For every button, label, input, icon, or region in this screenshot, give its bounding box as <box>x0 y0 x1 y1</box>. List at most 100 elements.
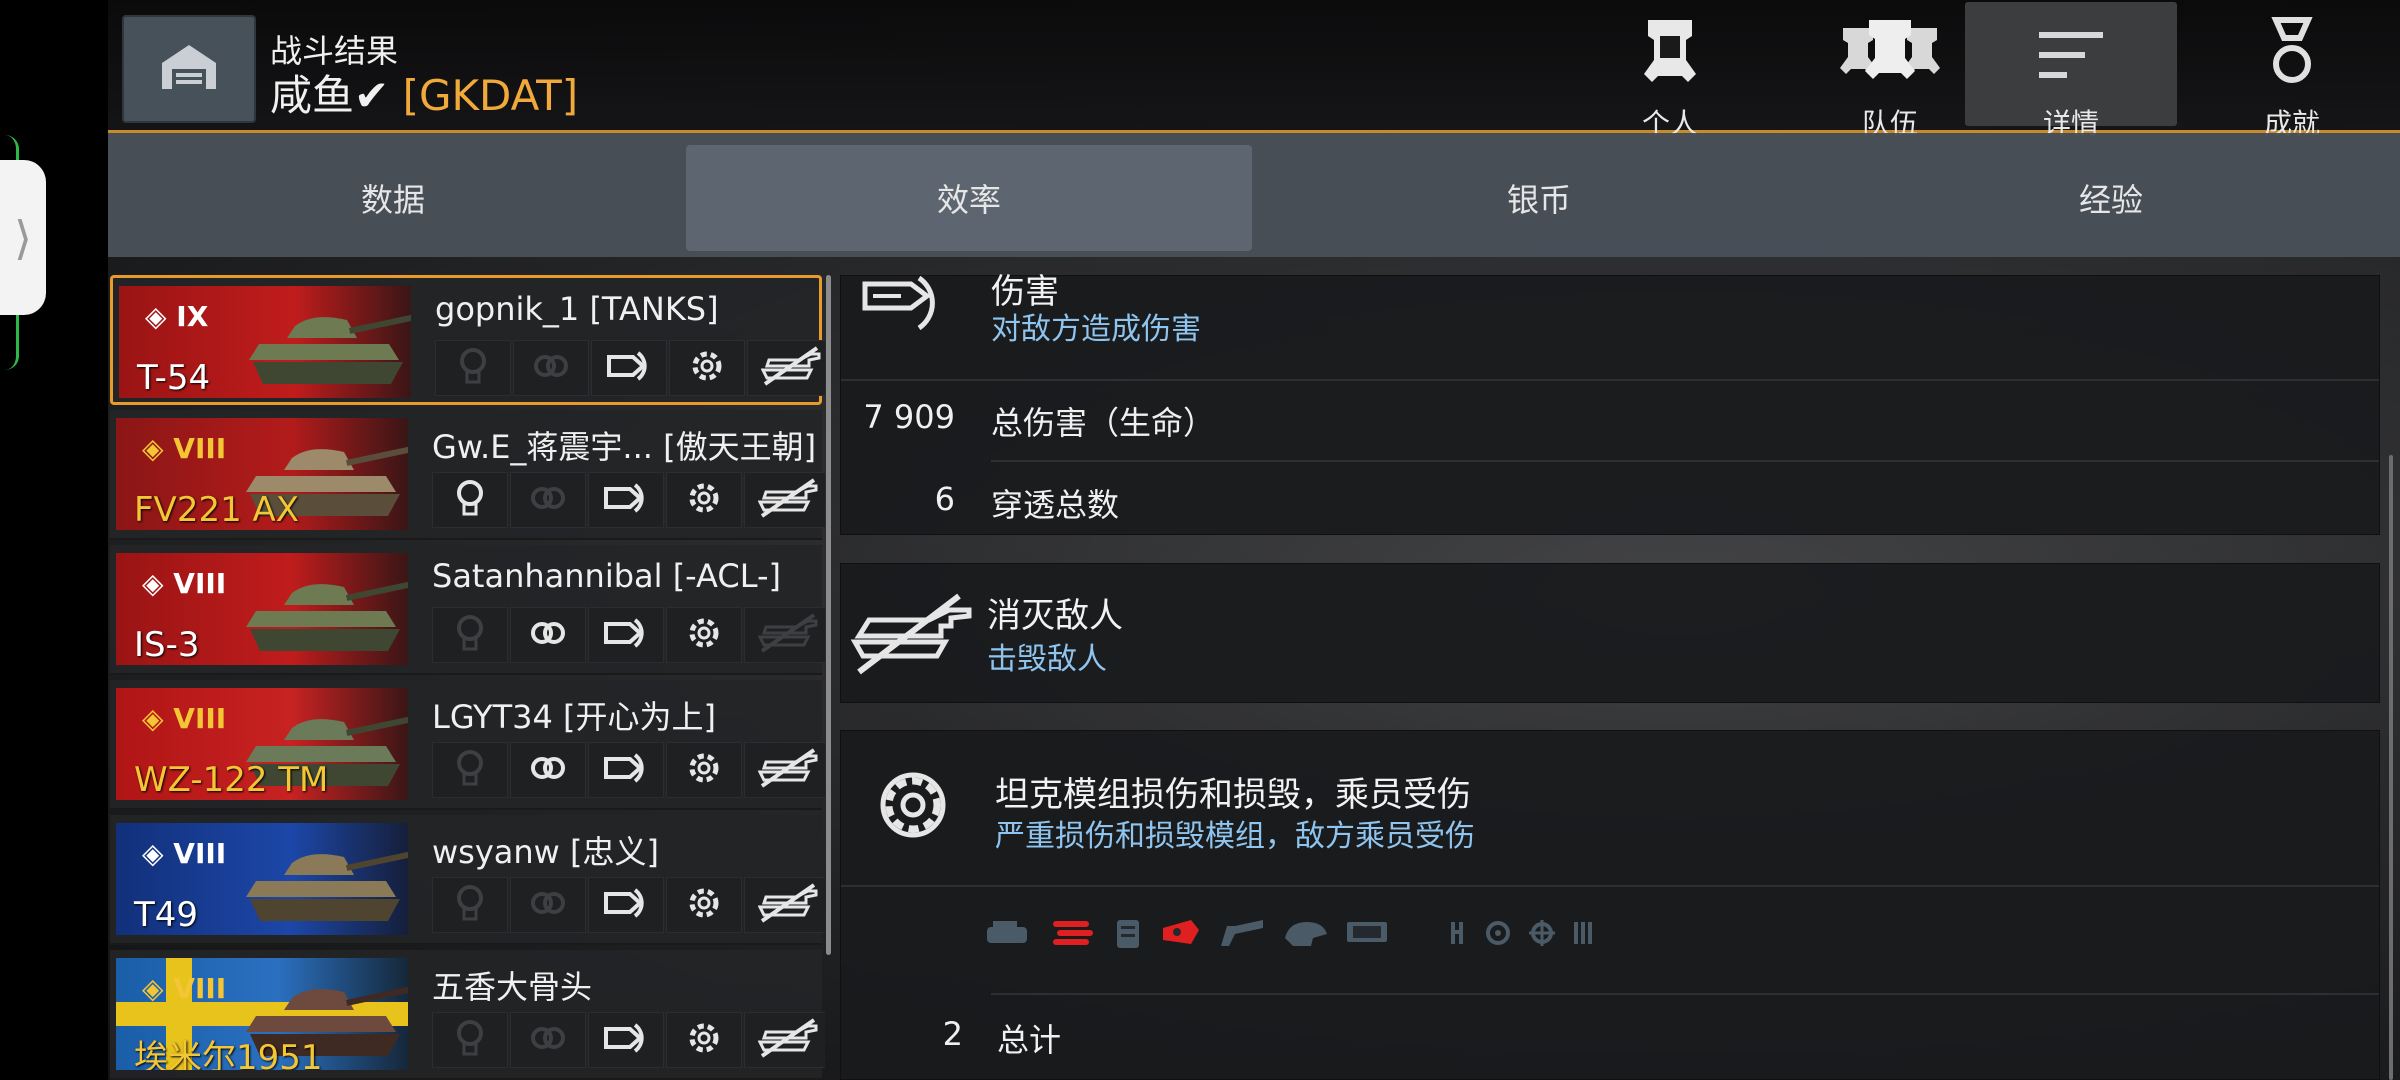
player-name: 五香大骨头 <box>432 968 593 1006</box>
modules-section: 坦克模组损伤和损毁，乘员受伤 严重损伤和损毁模组，敌方乘员受伤 2 总计 <box>840 730 2380 1080</box>
tank-name: FV221 AX <box>134 490 300 530</box>
destroyed-tank-icon <box>757 748 820 792</box>
stat-value: 6 <box>934 480 955 518</box>
assist-icon <box>531 346 571 390</box>
ammo-rack-icon <box>1159 916 1203 954</box>
efficiency-badge[interactable] <box>588 742 664 798</box>
player-row[interactable]: ◈ VIII IS-3 Satanhannibal [-ACL-] <box>110 545 825 675</box>
tank-tier: ◈ VIII <box>142 702 227 735</box>
gear-icon <box>684 883 724 927</box>
nav-details[interactable]: 详情 <box>1965 2 2177 140</box>
fuel-tank-icon <box>1111 916 1145 954</box>
player-name: wsyanw [忠义] <box>432 833 659 871</box>
efficiency-badge[interactable] <box>591 340 667 396</box>
spotting-icon <box>456 346 490 390</box>
shell-icon <box>603 481 649 519</box>
player-row[interactable]: ◈ IX T-54 gopnik_1 [TANKS] <box>110 275 825 405</box>
team-icon <box>1835 2 1945 98</box>
efficiency-icons <box>432 472 825 528</box>
efficiency-badge[interactable] <box>744 1012 825 1068</box>
tank-name: T-54 <box>137 358 211 398</box>
efficiency-badge[interactable] <box>747 340 825 396</box>
gear-icon <box>684 748 724 792</box>
tab-data[interactable]: 数据 <box>110 145 676 251</box>
tab-silver[interactable]: 银币 <box>1256 145 1822 251</box>
efficiency-badge[interactable] <box>666 742 742 798</box>
assist-icon <box>528 748 568 792</box>
tab-experience[interactable]: 经验 <box>1828 145 2394 251</box>
engine-icon <box>983 917 1035 953</box>
efficiency-badge[interactable] <box>510 877 586 933</box>
efficiency-badge[interactable] <box>588 472 664 528</box>
efficiency-badge[interactable] <box>666 1012 742 1068</box>
nav-personal[interactable]: 个人 <box>1564 2 1776 140</box>
efficiency-badge[interactable] <box>510 607 586 663</box>
tank-tier: ◈ IX <box>145 300 209 333</box>
shell-icon <box>603 751 649 789</box>
gunner-icon <box>1527 918 1557 952</box>
tank-name: T49 <box>134 895 199 935</box>
stat-value: 7 909 <box>863 398 955 436</box>
efficiency-badge[interactable] <box>588 607 664 663</box>
efficiency-badge[interactable] <box>744 742 825 798</box>
modules-title: 坦克模组损伤和损毁，乘员受伤 <box>995 775 1471 815</box>
efficiency-badge[interactable] <box>510 472 586 528</box>
player-name: LGYT34 [开心为上] <box>432 698 716 736</box>
efficiency-badge[interactable] <box>666 607 742 663</box>
player-title: 咸鱼✔ [GKDAT] <box>270 62 578 123</box>
efficiency-badge[interactable] <box>432 742 508 798</box>
efficiency-badge[interactable] <box>510 1012 586 1068</box>
shell-icon <box>603 616 649 654</box>
tank-image <box>236 841 408 935</box>
radio-icon <box>1343 916 1393 954</box>
player-name: Gw.E_蒋震宇... [傲天王朝] <box>432 428 817 466</box>
nation-flag: ◈ IX T-54 <box>119 286 411 398</box>
efficiency-badge[interactable] <box>510 742 586 798</box>
efficiency-badge[interactable] <box>588 1012 664 1068</box>
efficiency-badge[interactable] <box>666 877 742 933</box>
modules-subtitle: 严重损伤和损毁模组，敌方乘员受伤 <box>995 819 1475 854</box>
garage-button[interactable] <box>122 15 256 123</box>
tank-image <box>236 571 408 665</box>
efficiency-badge[interactable] <box>432 877 508 933</box>
efficiency-badge[interactable] <box>432 1012 508 1068</box>
damage-section: 伤害 对敌方造成伤害 7 909 总伤害（生命） 6 穿透总数 <box>840 272 2380 535</box>
single-soldier-icon <box>1632 2 1708 98</box>
nation-flag: ◈ VIII T49 <box>116 823 408 935</box>
stat-label: 穿透总数 <box>991 486 1120 524</box>
tank-tier: ◈ VIII <box>142 972 227 1005</box>
efficiency-badge[interactable] <box>666 472 742 528</box>
shell-icon <box>603 1021 649 1059</box>
assist-icon <box>528 613 568 657</box>
player-row[interactable]: ◈ VIII 埃米尔1951 五香大骨头 <box>110 950 825 1080</box>
tank-tier: ◈ VIII <box>142 837 227 870</box>
player-row[interactable]: ◈ VIII WZ-122 TM LGYT34 [开心为上] <box>110 680 825 810</box>
nation-flag: ◈ VIII 埃米尔1951 <box>116 958 408 1070</box>
player-row[interactable]: ◈ VIII FV221 AX Gw.E_蒋震宇... [傲天王朝] <box>110 410 825 540</box>
nav-achievements[interactable]: 成就 <box>2186 2 2398 140</box>
efficiency-badge[interactable] <box>513 340 589 396</box>
efficiency-badge[interactable] <box>435 340 511 396</box>
assist-icon <box>528 478 568 522</box>
efficiency-badge[interactable] <box>744 472 825 528</box>
player-name: gopnik_1 [TANKS] <box>435 290 719 328</box>
efficiency-badge[interactable] <box>669 340 745 396</box>
efficiency-badge[interactable] <box>744 877 825 933</box>
player-row[interactable]: ◈ VIII T49 wsyanw [忠义] <box>110 815 825 945</box>
shell-icon <box>861 268 951 342</box>
nation-flag: ◈ VIII WZ-122 TM <box>116 688 408 800</box>
turret-icon <box>1281 916 1329 954</box>
efficiency-badge[interactable] <box>744 607 825 663</box>
nation-flag: ◈ VIII FV221 AX <box>116 418 408 530</box>
tab-efficiency[interactable]: 效率 <box>686 145 1252 251</box>
stat-value: 2 <box>942 1015 963 1053</box>
medal-icon <box>2262 2 2322 98</box>
side-drawer-handle[interactable]: ⟩ <box>0 160 46 315</box>
efficiency-badge[interactable] <box>588 877 664 933</box>
efficiency-badge[interactable] <box>432 472 508 528</box>
efficiency-icons <box>432 877 825 933</box>
efficiency-badge[interactable] <box>432 607 508 663</box>
details-scrollbar[interactable] <box>2389 455 2393 1080</box>
player-list-scrollbar[interactable] <box>826 275 831 955</box>
tracks-icon <box>1049 917 1097 953</box>
